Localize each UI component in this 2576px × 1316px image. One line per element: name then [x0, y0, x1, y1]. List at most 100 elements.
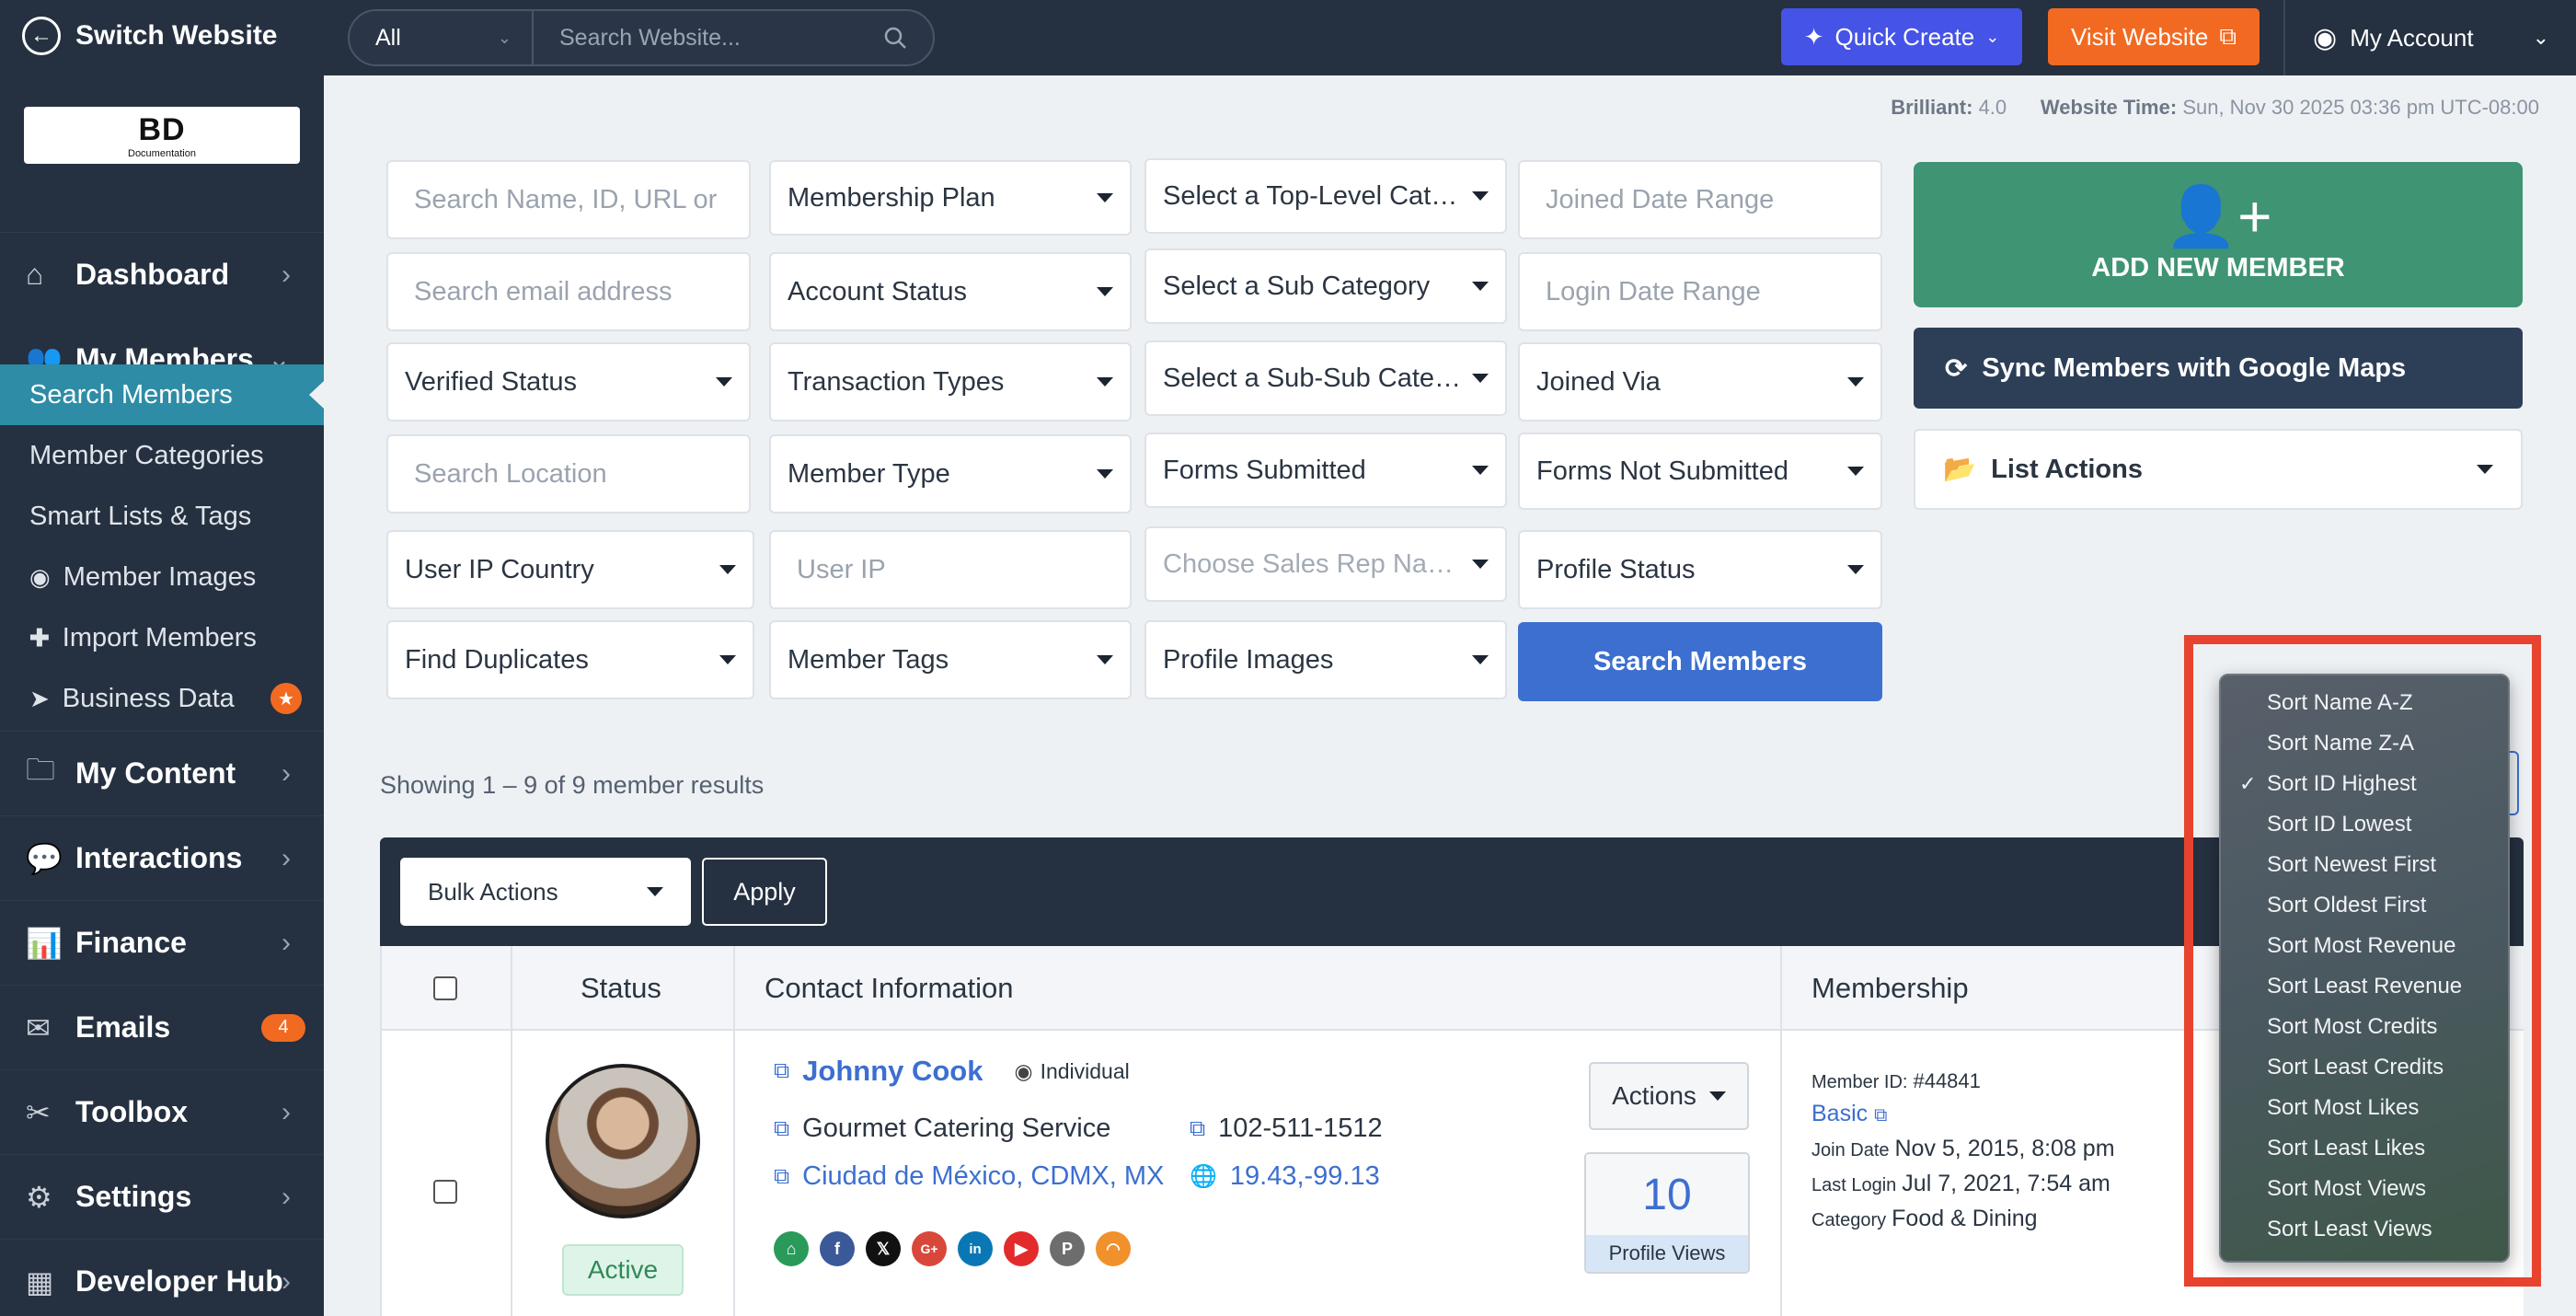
location-arrow-icon: ➤	[29, 684, 50, 712]
search-location-input[interactable]: Search Location	[386, 434, 751, 514]
add-new-member-button[interactable]: 👤+ ADD NEW MEMBER	[1914, 162, 2523, 307]
sort-option[interactable]: Sort Least Revenue	[2221, 966, 2508, 1007]
sidebar-subitem-import-members[interactable]: ✚ Import Members	[0, 607, 324, 668]
site-logo[interactable]: BD Documentation	[24, 107, 300, 164]
verified-status-value: Verified Status	[405, 366, 577, 397]
select-all-checkbox[interactable]	[433, 946, 457, 1031]
sales-rep-select[interactable]: Choose Sales Rep Name	[1144, 526, 1507, 602]
facebook-icon[interactable]: f	[820, 1231, 855, 1266]
membership-plan-select[interactable]: Membership Plan	[769, 160, 1132, 236]
logo-text: BD	[138, 111, 186, 147]
plan-link[interactable]: Basic	[1811, 1101, 1868, 1126]
sidebar-item-my-content[interactable]: 🗀 My Content ›	[0, 731, 324, 815]
my-account-label: My Account	[2350, 23, 2474, 52]
switch-website-button[interactable]: ← Switch Website	[22, 17, 278, 55]
sync-google-maps-button[interactable]: ⟳ Sync Members with Google Maps	[1914, 328, 2523, 409]
member-type-value: Member Type	[788, 458, 950, 489]
member-name-link[interactable]: Johnny Cook	[802, 1055, 983, 1088]
member-tags-select[interactable]: Member Tags	[769, 620, 1132, 699]
copy-icon[interactable]: ⧉	[774, 1116, 789, 1142]
youtube-icon[interactable]: ▶	[1004, 1231, 1039, 1266]
sort-option[interactable]: Sort Least Likes	[2221, 1128, 2508, 1169]
my-account-menu[interactable]: ◉ My Account ⌄	[2283, 0, 2576, 75]
location-link[interactable]: Ciudad de México, CDMX, MX	[802, 1161, 1164, 1192]
sort-option[interactable]: Sort Most Revenue	[2221, 926, 2508, 966]
forms-not-submitted-select[interactable]: Forms Not Submitted	[1518, 433, 1882, 510]
sidebar-item-interactions[interactable]: 💬 Interactions ›	[0, 815, 324, 900]
sort-option[interactable]: Sort Most Credits	[2221, 1007, 2508, 1047]
linkedin-icon[interactable]: in	[958, 1231, 993, 1266]
profile-status-select[interactable]: Profile Status	[1518, 530, 1882, 609]
sub-sub-category-select[interactable]: Select a Sub-Sub Category	[1144, 341, 1507, 416]
sidebar-subitem-business-data[interactable]: ➤ Business Data ★	[0, 668, 324, 729]
google-plus-icon[interactable]: G+	[912, 1231, 947, 1266]
account-status-select[interactable]: Account Status	[769, 252, 1132, 331]
member-type-select[interactable]: Member Type	[769, 434, 1132, 514]
x-icon[interactable]: 𝕏	[866, 1231, 901, 1266]
search-email-placeholder: Search email address	[414, 276, 673, 306]
sidebar-item-dashboard[interactable]: ⌂ Dashboard ›	[0, 232, 324, 317]
sidebar-item-emails[interactable]: ✉ Emails 4	[0, 985, 324, 1069]
chevron-right-icon: ›	[282, 757, 291, 789]
caret-down-icon	[1708, 1091, 1726, 1101]
search-input[interactable]: Search Website...	[534, 11, 933, 64]
row-actions-button[interactable]: Actions	[1589, 1062, 1749, 1130]
coords-link[interactable]: 19.43,-99.13	[1230, 1161, 1380, 1192]
sidebar-subitem-smart-lists[interactable]: Smart Lists & Tags	[0, 486, 324, 547]
sidebar-item-finance[interactable]: 📊 Finance ›	[0, 900, 324, 985]
pinterest-icon[interactable]: P	[1050, 1231, 1085, 1266]
chevron-right-icon: ›	[282, 927, 291, 958]
sort-option-selected[interactable]: ✓ Sort ID Highest	[2221, 764, 2508, 804]
visit-website-button[interactable]: Visit Website ⧉	[2048, 8, 2260, 65]
avatar[interactable]	[546, 1064, 700, 1218]
caret-down-icon	[1847, 377, 1864, 387]
sort-option[interactable]: Sort Least Credits	[2221, 1047, 2508, 1088]
search-email-input[interactable]: Search email address	[386, 252, 751, 331]
apply-button[interactable]: Apply	[702, 858, 827, 926]
top-level-category-select[interactable]: Select a Top-Level Category	[1144, 158, 1507, 234]
joined-date-range-input[interactable]: Joined Date Range	[1518, 160, 1882, 239]
joined-via-select[interactable]: Joined Via	[1518, 342, 1882, 421]
sort-option[interactable]: Sort Oldest First	[2221, 885, 2508, 926]
verified-status-select[interactable]: Verified Status	[386, 342, 751, 421]
sparkle-icon: ✦	[1803, 22, 1824, 51]
user-ip-country-select[interactable]: User IP Country	[386, 530, 754, 609]
sort-option[interactable]: Sort Most Likes	[2221, 1088, 2508, 1128]
last-login-line: Last Login Jul 7, 2021, 7:54 am	[1811, 1171, 2110, 1197]
user-ip-input[interactable]: User IP	[769, 530, 1132, 609]
sub-category-select[interactable]: Select a Sub Category	[1144, 248, 1507, 324]
find-duplicates-select[interactable]: Find Duplicates	[386, 620, 754, 699]
home-icon: ⌂	[26, 258, 44, 291]
sidebar-subitem-member-categories[interactable]: Member Categories	[0, 425, 324, 486]
sidebar-subitem-member-images[interactable]: ◉ Member Images	[0, 547, 324, 607]
sidebar-subitem-search-members[interactable]: Search Members	[0, 364, 324, 425]
sort-option[interactable]: Sort Newest First	[2221, 845, 2508, 885]
rss-icon[interactable]: ◠	[1096, 1231, 1131, 1266]
transaction-types-select[interactable]: Transaction Types	[769, 342, 1132, 421]
search-scope-select[interactable]: All ⌄	[350, 11, 534, 64]
forms-submitted-select[interactable]: Forms Submitted	[1144, 433, 1507, 508]
row-checkbox[interactable]	[433, 1180, 457, 1204]
sort-option[interactable]: Sort Name A-Z	[2221, 683, 2508, 723]
copy-icon[interactable]: ⧉	[774, 1058, 789, 1084]
sidebar-item-toolbox[interactable]: ✂ Toolbox ›	[0, 1069, 324, 1154]
search-members-button[interactable]: Search Members	[1518, 622, 1882, 701]
home-icon[interactable]: ⌂	[774, 1231, 809, 1266]
search-icon[interactable]	[883, 26, 907, 50]
sort-option[interactable]: Sort Name Z-A	[2221, 723, 2508, 764]
sort-option[interactable]: Sort Most Views	[2221, 1169, 2508, 1209]
search-name-input[interactable]: Search Name, ID, URL or	[386, 160, 751, 239]
sidebar-item-settings[interactable]: ⚙ Settings ›	[0, 1154, 324, 1239]
chevron-down-icon: ⌄	[2532, 26, 2550, 49]
bulk-actions-select[interactable]: Bulk Actions	[400, 858, 691, 926]
profile-images-select[interactable]: Profile Images	[1144, 620, 1507, 699]
sort-option[interactable]: Sort Least Views	[2221, 1209, 2508, 1250]
copy-icon[interactable]: ⧉	[1190, 1116, 1205, 1142]
list-actions-dropdown[interactable]: 📂 List Actions	[1914, 429, 2523, 510]
quick-create-button[interactable]: ✦ Quick Create ⌄	[1781, 8, 2022, 65]
sidebar-item-developer-hub[interactable]: ▦ Developer Hub ›	[0, 1239, 324, 1316]
copy-icon[interactable]: ⧉	[774, 1164, 789, 1190]
website-search: All ⌄ Search Website...	[348, 9, 935, 66]
login-date-range-input[interactable]: Login Date Range	[1518, 252, 1882, 331]
sort-option[interactable]: Sort ID Lowest	[2221, 804, 2508, 845]
